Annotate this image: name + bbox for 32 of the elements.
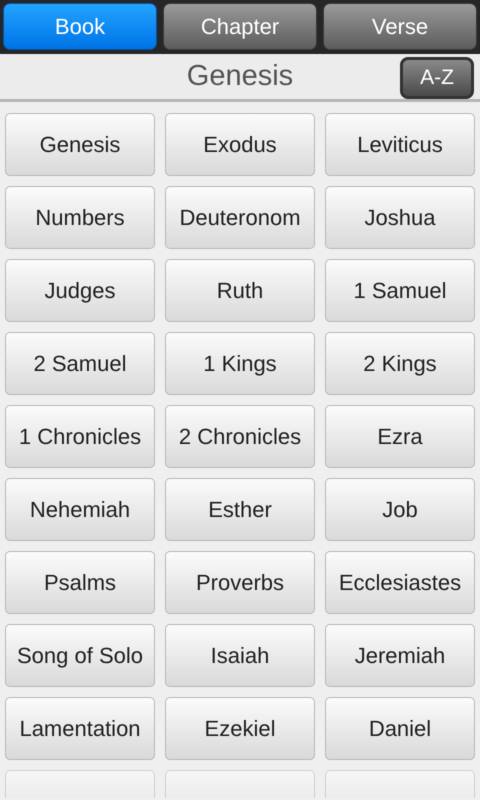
- book-button[interactable]: Proverbs: [165, 551, 315, 614]
- book-button[interactable]: 1 Kings: [165, 332, 315, 395]
- book-button[interactable]: Psalms: [5, 551, 155, 614]
- book-button[interactable]: Isaiah: [165, 624, 315, 687]
- book-button[interactable]: Deuteronom: [165, 186, 315, 249]
- book-button[interactable]: 1 Samuel: [325, 259, 475, 322]
- book-button[interactable]: Genesis: [5, 113, 155, 176]
- book-button[interactable]: Song of Solo: [5, 624, 155, 687]
- book-button[interactable]: 2 Chronicles: [165, 405, 315, 468]
- book-button[interactable]: Lamentation: [5, 697, 155, 760]
- book-button[interactable]: Leviticus: [325, 113, 475, 176]
- book-button[interactable]: 2 Samuel: [5, 332, 155, 395]
- tab[interactable]: Chapter: [163, 3, 317, 50]
- book-button[interactable]: Exodus: [165, 113, 315, 176]
- book-button[interactable]: Judges: [5, 259, 155, 322]
- book-button[interactable]: Ecclesiastes: [325, 551, 475, 614]
- book-button[interactable]: 1 Chronicles: [5, 405, 155, 468]
- book-button[interactable]: Jeremiah: [325, 624, 475, 687]
- book-button[interactable]: Job: [325, 478, 475, 541]
- tab[interactable]: Verse: [323, 3, 477, 50]
- book-button[interactable]: Daniel: [325, 697, 475, 760]
- tab[interactable]: Book: [3, 3, 157, 50]
- book-button[interactable]: 2 Kings: [325, 332, 475, 395]
- book-button[interactable]: Numbers: [5, 186, 155, 249]
- book-button[interactable]: Ezekiel: [165, 697, 315, 760]
- book-button[interactable]: Ezra: [325, 405, 475, 468]
- book-title: Genesis: [186, 58, 294, 94]
- book-button[interactable]: Joshua: [325, 186, 475, 249]
- sort-button[interactable]: A-Z: [400, 57, 474, 99]
- book-button[interactable]: Ruth: [165, 259, 315, 322]
- book-button[interactable]: Nehemiah: [5, 478, 155, 541]
- book-button[interactable]: Esther: [165, 478, 315, 541]
